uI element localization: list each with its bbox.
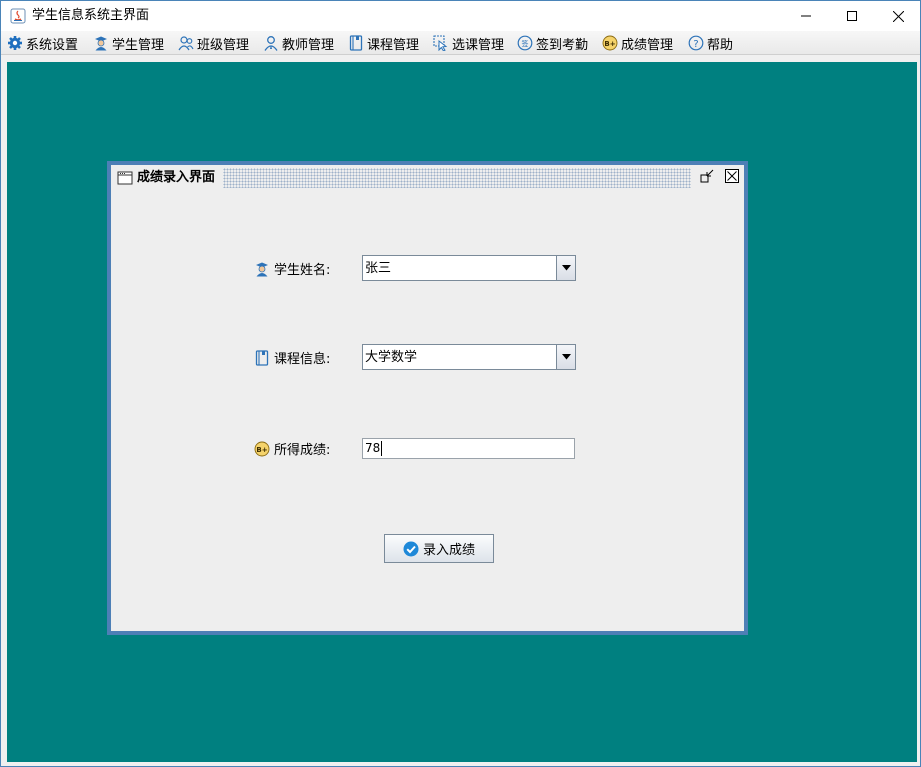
check-circle-icon xyxy=(403,541,419,556)
maximize-button[interactable] xyxy=(829,1,875,31)
score-value: 78 xyxy=(365,441,383,456)
menu-system-settings[interactable]: 系统设置 xyxy=(7,34,79,53)
svg-text:B+: B+ xyxy=(604,40,615,48)
course-icon xyxy=(349,35,363,51)
menu-sign-in-attendance[interactable]: 签 签到考勤 xyxy=(517,34,589,53)
course-info-label: 课程信息: xyxy=(254,348,330,367)
svg-text:?: ? xyxy=(693,39,698,50)
frame-title-bar[interactable]: 成绩录入界面 xyxy=(111,165,744,191)
course-combobox[interactable]: 大学数学 xyxy=(362,344,576,370)
menu-label: 系统设置 xyxy=(26,37,79,53)
course-icon xyxy=(255,349,269,366)
menu-label: 帮助 xyxy=(707,37,734,53)
course-value: 大学数学 xyxy=(365,350,418,365)
desktop-pane: 成绩录入界面 学生姓名: 张三 课程信息: 大学数学 B+ 所得成绩: 78 录… xyxy=(7,62,917,762)
student-name-combobox[interactable]: 张三 xyxy=(362,255,576,281)
window-title: 学生信息系统主界面 xyxy=(32,8,150,23)
title-bar-pattern xyxy=(223,168,691,188)
gear-icon xyxy=(8,36,22,50)
class-icon xyxy=(178,36,194,51)
menu-select-course-management[interactable]: 选课管理 xyxy=(433,34,505,53)
title-bar: 学生信息系统主界面 xyxy=(1,1,920,31)
menu-student-management[interactable]: 学生管理 xyxy=(93,34,165,53)
sign-in-icon: 签 xyxy=(517,35,533,51)
grade-entry-frame: 成绩录入界面 学生姓名: 张三 课程信息: 大学数学 B+ 所得成绩: 78 录… xyxy=(107,161,748,635)
svg-text:B+: B+ xyxy=(256,446,267,454)
student-name-value: 张三 xyxy=(365,261,392,276)
menu-bar: 系统设置 学生管理 班级管理 教师管理 课程管理 选课管理 签 签到考勤 B+ … xyxy=(1,31,920,55)
student-icon xyxy=(95,36,107,51)
course-info-label-text: 课程信息: xyxy=(274,352,331,367)
minimize-icon xyxy=(801,15,811,17)
menu-course-management[interactable]: 课程管理 xyxy=(348,34,420,53)
student-dropdown-button[interactable] xyxy=(556,256,575,280)
menu-teacher-management[interactable]: 教师管理 xyxy=(263,34,335,53)
menu-class-management[interactable]: 班级管理 xyxy=(178,34,250,53)
close-button[interactable] xyxy=(875,1,921,31)
menu-label: 班级管理 xyxy=(197,37,250,53)
student-icon xyxy=(256,262,268,276)
score-input[interactable]: 78 xyxy=(362,438,575,459)
java-app-icon xyxy=(10,8,26,24)
maximize-icon xyxy=(847,11,857,21)
menu-label: 学生管理 xyxy=(112,37,165,53)
student-name-label-text: 学生姓名: xyxy=(274,263,331,278)
grade-icon: B+ xyxy=(254,441,270,456)
restore-icon[interactable] xyxy=(699,168,715,184)
svg-text:签: 签 xyxy=(522,39,529,48)
select-course-icon xyxy=(433,35,448,51)
course-dropdown-button[interactable] xyxy=(556,345,575,369)
menu-label: 课程管理 xyxy=(367,37,420,53)
menu-label: 成绩管理 xyxy=(621,37,674,53)
text-caret xyxy=(381,441,383,456)
submit-grade-label: 录入成绩 xyxy=(422,543,475,558)
frame-title: 成绩录入界面 xyxy=(137,170,216,185)
menu-label: 选课管理 xyxy=(452,37,505,53)
score-label-text: 所得成绩: xyxy=(274,443,331,458)
chevron-down-icon xyxy=(561,265,571,271)
menu-label: 签到考勤 xyxy=(536,37,589,53)
close-icon xyxy=(892,10,904,22)
chevron-down-icon xyxy=(561,354,571,360)
frame-window-icon xyxy=(117,171,133,185)
student-name-label: 学生姓名: xyxy=(254,259,330,278)
score-value-text: 78 xyxy=(365,441,381,455)
minimize-button[interactable] xyxy=(783,1,829,31)
menu-label: 教师管理 xyxy=(282,37,335,53)
grade-icon: B+ xyxy=(602,35,618,51)
frame-close-icon[interactable] xyxy=(724,168,740,184)
score-label: B+ 所得成绩: xyxy=(254,439,330,458)
main-window: 学生信息系统主界面 系统设置 学生管理 班级管理 教师管理 课程管理 选课管理 … xyxy=(0,0,921,767)
help-icon: ? xyxy=(688,35,704,51)
menu-grade-management[interactable]: B+ 成绩管理 xyxy=(602,34,674,53)
menu-help[interactable]: ? 帮助 xyxy=(688,34,734,53)
teacher-icon xyxy=(264,36,278,51)
submit-grade-button[interactable]: 录入成绩 xyxy=(384,534,494,563)
